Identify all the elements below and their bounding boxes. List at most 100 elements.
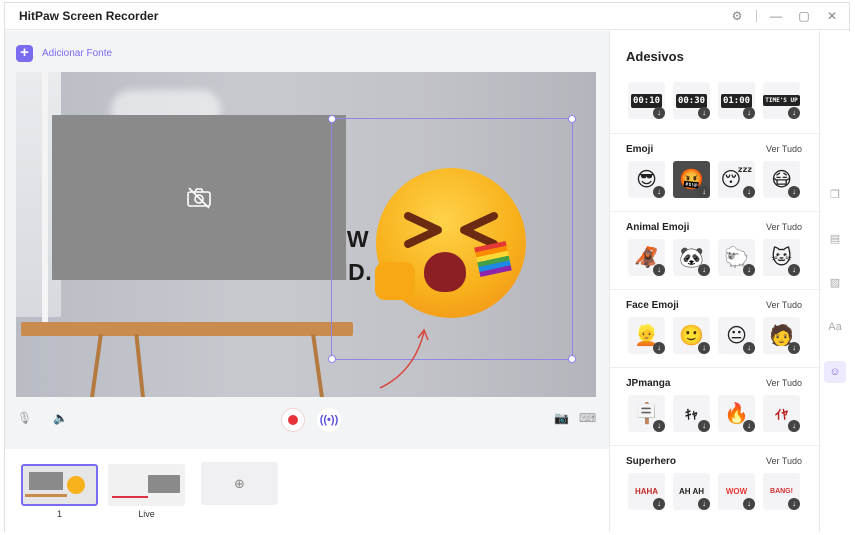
table-leg [134, 333, 146, 397]
divider [610, 289, 820, 290]
record-button[interactable] [281, 408, 305, 432]
download-icon: ↓ [788, 186, 800, 198]
microphone-icon[interactable]: 🎙 [17, 411, 32, 425]
divider [610, 211, 820, 212]
title-bar: HitPaw Screen Recorder ⚙ — ▢ ✕ [5, 3, 849, 30]
timer-sticker[interactable]: 01:00 ↓ [718, 82, 755, 119]
sticker-item[interactable]: 🧑 ↓ [763, 317, 800, 354]
close-icon[interactable]: ✕ [823, 7, 841, 25]
sticker-item[interactable]: 🐑 ↓ [718, 239, 755, 276]
camera-off-icon [187, 186, 211, 209]
text-icon[interactable]: Aa [828, 320, 842, 334]
section-title: JPmanga [626, 378, 671, 389]
sticker-item-selected[interactable]: 🤬 ↓ [673, 161, 710, 198]
resize-handle[interactable] [568, 115, 576, 123]
timer-sticker[interactable]: 00:30 ↓ [673, 82, 710, 119]
sticker-icon[interactable]: ☺ [824, 361, 846, 383]
separator [756, 10, 757, 22]
download-icon: ↓ [743, 420, 755, 432]
window-frame [42, 72, 48, 322]
layout-icon[interactable]: ▤ [828, 232, 842, 246]
panel-title: Adesivos [626, 49, 684, 64]
gear-icon[interactable]: ⚙ [728, 7, 746, 25]
sticker-glyph: HAHA [634, 487, 659, 496]
add-scene-button[interactable]: ⊕ [201, 462, 278, 505]
table-leg [311, 334, 325, 397]
resize-handle[interactable] [328, 115, 336, 123]
sticker-glyph: BANG! [770, 488, 793, 495]
download-icon: ↓ [653, 342, 665, 354]
selection-box[interactable] [328, 115, 576, 363]
section-title: Emoji [626, 144, 654, 155]
download-icon: ↓ [743, 342, 755, 354]
sticker-item[interactable]: 😴 ↓ [718, 161, 755, 198]
sticker-item[interactable]: 😎 ↓ [628, 161, 665, 198]
keyboard-icon[interactable]: ⌨ [579, 411, 596, 425]
app-window: HitPaw Screen Recorder ⚙ — ▢ ✕ + Adicion… [4, 2, 850, 533]
resize-handle[interactable] [328, 355, 336, 363]
add-source-label: Adicionar Fonte [42, 48, 113, 59]
section-title: Face Emoji [626, 300, 679, 311]
sticker-item[interactable]: 🐱 ↓ [763, 239, 800, 276]
sticker-glyph: ｷｬ [685, 407, 698, 422]
recording-canvas[interactable]: EW IT, ND. [16, 72, 596, 397]
download-icon: ↓ [788, 498, 800, 510]
preview-pane: + Adicionar Fonte EW IT, ND. 🎙 🔈 ((•)) 📷… [5, 31, 609, 449]
download-icon: ↓ [653, 420, 665, 432]
layers-icon[interactable]: ❐ [828, 188, 842, 202]
thumb-webcam [29, 472, 63, 490]
see-all-link[interactable]: Ver Tudo [766, 456, 802, 466]
minimize-icon[interactable]: — [767, 7, 785, 25]
preview-toolbar: 🎙 🔈 ((•)) 📷 ⌨ [5, 407, 609, 437]
sticker-item[interactable]: 👱 ↓ [628, 317, 665, 354]
see-all-link[interactable]: Ver Tudo [766, 378, 802, 388]
see-all-link[interactable]: Ver Tudo [766, 144, 802, 154]
sticker-item[interactable]: 😷 ↓ [763, 161, 800, 198]
sticker-item[interactable]: 🐼 ↓ [673, 239, 710, 276]
thumb-emoji [67, 476, 85, 494]
timer-sticker[interactable]: 00:10 ↓ [628, 82, 665, 119]
sticker-item[interactable]: AH AH ↓ [673, 473, 710, 510]
scene-thumbnail-1[interactable] [21, 464, 98, 506]
download-icon: ↓ [743, 186, 755, 198]
sticker-item[interactable]: BANG! ↓ [763, 473, 800, 510]
webcam-source[interactable] [52, 115, 346, 280]
sticker-row: 😎 ↓ 🤬 ↓ 😴 ↓ 😷 ↓ [628, 161, 808, 199]
add-source-button[interactable]: + Adicionar Fonte [16, 45, 112, 62]
live-stream-icon[interactable]: ((•)) [317, 408, 341, 432]
scene-thumbnail-live[interactable] [108, 464, 185, 506]
sticker-item[interactable]: 🦧 ↓ [628, 239, 665, 276]
sticker-glyph: ｲﾔ [775, 407, 788, 422]
timer-text: 01:00 [720, 93, 753, 108]
download-icon: ↓ [743, 107, 755, 119]
sticker-item[interactable]: 🔥 ↓ [718, 395, 755, 432]
download-icon: ↓ [653, 498, 665, 510]
speaker-icon[interactable]: 🔈 [53, 411, 68, 425]
sticker-item[interactable]: 🪧 ↓ [628, 395, 665, 432]
plus-icon: + [16, 45, 33, 62]
timer-stickers-row: 00:10 ↓ 00:30 ↓ 01:00 ↓ TIME'S UP ↓ [628, 82, 808, 120]
thumb-table [25, 494, 67, 497]
camera-icon[interactable]: 📷 [554, 411, 569, 425]
sticker-item[interactable]: HAHA ↓ [628, 473, 665, 510]
sticker-item[interactable]: 🙂 ↓ [673, 317, 710, 354]
see-all-link[interactable]: Ver Tudo [766, 300, 802, 310]
divider [610, 133, 820, 134]
sticker-item[interactable]: ｲﾔ ↓ [763, 395, 800, 432]
scene-label: Live [138, 509, 155, 519]
sticker-item[interactable]: ｷｬ ↓ [673, 395, 710, 432]
timer-sticker[interactable]: TIME'S UP ↓ [763, 82, 800, 119]
sticker-glyph: WOW [725, 487, 748, 496]
sticker-glyph: AH AH [678, 487, 705, 496]
thumb-text [112, 496, 148, 498]
see-all-link[interactable]: Ver Tudo [766, 222, 802, 232]
pattern-icon[interactable]: ▨ [828, 276, 842, 290]
resize-handle[interactable] [568, 355, 576, 363]
sticker-row: HAHA ↓ AH AH ↓ WOW ↓ BANG! ↓ [628, 473, 808, 511]
stickers-panel: Adesivos 00:10 ↓ 00:30 ↓ 01:00 ↓ TIME'S UP ↓… [609, 31, 820, 532]
maximize-icon[interactable]: ▢ [795, 7, 813, 25]
download-icon: ↓ [788, 264, 800, 276]
sticker-item[interactable]: WOW ↓ [718, 473, 755, 510]
sticker-item[interactable]: 😐 ↓ [718, 317, 755, 354]
download-icon: ↓ [698, 420, 710, 432]
